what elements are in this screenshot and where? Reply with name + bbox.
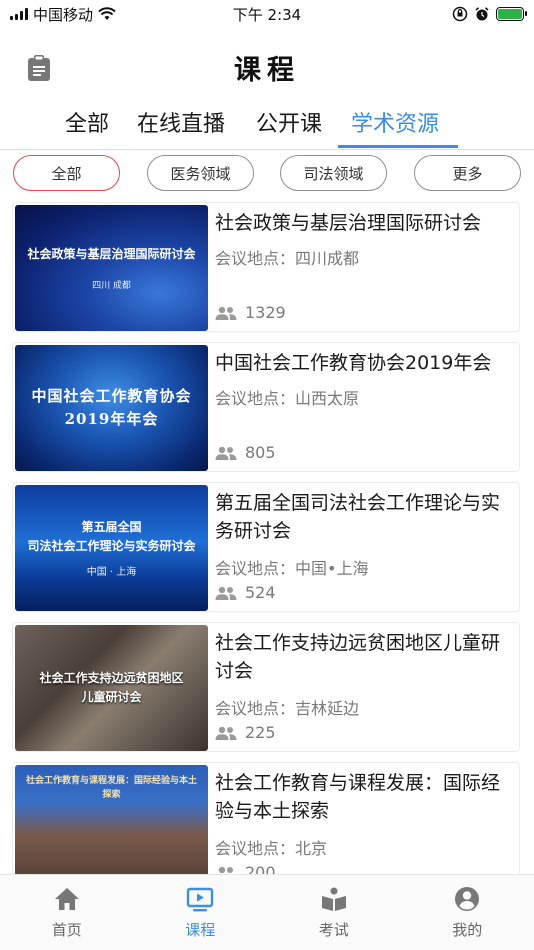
alarm-icon	[475, 7, 489, 21]
active-tab-indicator	[338, 145, 458, 148]
status-bar: 中国移动 下午 2:34	[0, 0, 534, 28]
nav-profile[interactable]: 我的	[401, 875, 534, 950]
thumbnail-title: 社会政策与基层治理国际研讨会	[27, 247, 196, 262]
tab-open-course[interactable]: 公开课	[256, 106, 322, 138]
play-icon	[187, 887, 214, 912]
count-value: 805	[245, 443, 276, 462]
carrier-label: 中国移动	[33, 5, 94, 24]
course-card[interactable]: 社会政策与基层治理国际研讨会 四川 成都 社会政策与基层治理国际研讨会 会议地点…	[12, 202, 520, 332]
course-location: 会议地点：北京	[215, 839, 328, 858]
course-title: 社会政策与基层治理国际研讨会	[215, 212, 482, 234]
chip-medical[interactable]: 医务领域	[147, 155, 254, 191]
course-thumbnail: 第五届全国 司法社会工作理论与实务研讨会 中国 · 上海	[15, 485, 208, 611]
course-view-count: 805	[215, 443, 276, 462]
course-card[interactable]: 中国社会工作教育协会 2019年年会 中国社会工作教育协会2019年会 会议地点…	[12, 342, 520, 472]
count-value: 524	[245, 583, 276, 602]
signal-icon	[10, 8, 28, 20]
course-view-count: 200	[215, 863, 276, 874]
filter-chips: 全部 医务领域 司法领域 更多	[0, 155, 534, 195]
chip-more[interactable]: 更多	[414, 155, 521, 191]
book-icon	[321, 887, 346, 911]
nav-exam[interactable]: 考试	[267, 875, 401, 950]
wifi-icon	[98, 7, 116, 20]
course-location: 会议地点：吉林延边	[215, 699, 360, 718]
course-location: 会议地点：中国•上海	[215, 559, 369, 578]
course-view-count: 524	[215, 583, 276, 602]
course-view-count: 225	[215, 723, 276, 742]
header: 课程	[0, 28, 534, 98]
course-thumbnail: 中国社会工作教育协会 2019年年会	[15, 345, 208, 471]
thumbnail-title: 中国社会工作教育协会 2019年年会	[31, 386, 192, 428]
thumbnail-title: 社会工作教育与课程发展：国际经验与本土探索	[25, 776, 197, 800]
bottom-nav: 首页 课程 考试 我的	[0, 874, 534, 950]
battery-icon	[496, 7, 527, 21]
course-title: 社会工作教育与课程发展：国际经验与本土探索	[215, 772, 501, 822]
tab-all[interactable]: 全部	[65, 106, 109, 138]
count-value: 225	[245, 723, 276, 742]
user-icon	[455, 887, 480, 911]
nav-label: 首页	[51, 921, 82, 939]
nav-label: 考试	[318, 921, 349, 939]
nav-home[interactable]: 首页	[0, 875, 134, 950]
tab-live[interactable]: 在线直播	[137, 106, 225, 138]
course-thumbnail: 社会政策与基层治理国际研讨会 四川 成都	[15, 205, 208, 331]
course-card[interactable]: 社会工作教育与课程发展：国际经验与本土探索 社会工作教育与课程发展：国际经验与本…	[12, 762, 520, 874]
home-icon	[54, 888, 79, 910]
course-title: 社会工作支持边远贫困地区儿童研讨会	[215, 632, 501, 682]
nav-courses[interactable]: 课程	[134, 875, 268, 950]
course-title: 中国社会工作教育协会2019年会	[215, 352, 492, 374]
page-title: 课程	[234, 55, 300, 86]
course-thumbnail: 社会工作支持边远贫困地区 儿童研讨会	[15, 625, 208, 751]
count-value: 200	[245, 863, 276, 874]
course-card[interactable]: 第五届全国 司法社会工作理论与实务研讨会 中国 · 上海 第五届全国司法社会工作…	[12, 482, 520, 612]
chip-all[interactable]: 全部	[13, 155, 120, 191]
course-thumbnail: 社会工作教育与课程发展：国际经验与本土探索	[15, 765, 208, 874]
nav-label: 课程	[185, 921, 216, 939]
orientation-lock-icon	[452, 6, 468, 22]
thumbnail-title: 社会工作支持边远贫困地区 儿童研讨会	[39, 671, 184, 704]
tab-bar: 全部 在线直播 公开课 学术资源	[0, 100, 534, 150]
nav-label: 我的	[452, 921, 483, 939]
thumbnail-subtitle: 中国 · 上海	[86, 567, 137, 579]
course-card[interactable]: 社会工作支持边远贫困地区 儿童研讨会 社会工作支持边远贫困地区儿童研讨会 会议地…	[12, 622, 520, 752]
course-view-count: 1329	[215, 303, 286, 322]
thumbnail-title: 第五届全国 司法社会工作理论与实务研讨会	[27, 519, 196, 553]
count-value: 1329	[245, 303, 286, 322]
chip-judicial[interactable]: 司法领域	[280, 155, 387, 191]
people-icon	[215, 306, 237, 320]
people-icon	[215, 446, 237, 460]
course-location: 会议地点：山西太原	[215, 389, 360, 408]
thumbnail-subtitle: 四川 成都	[92, 280, 131, 291]
people-icon	[218, 866, 233, 874]
tab-academic[interactable]: 学术资源	[351, 106, 439, 138]
course-list: 社会政策与基层治理国际研讨会 四川 成都 社会政策与基层治理国际研讨会 会议地点…	[0, 202, 534, 874]
people-icon	[215, 726, 237, 740]
course-location: 会议地点：四川成都	[215, 249, 360, 268]
people-icon	[215, 586, 237, 600]
course-title: 第五届全国司法社会工作理论与实务研讨会	[215, 492, 501, 542]
